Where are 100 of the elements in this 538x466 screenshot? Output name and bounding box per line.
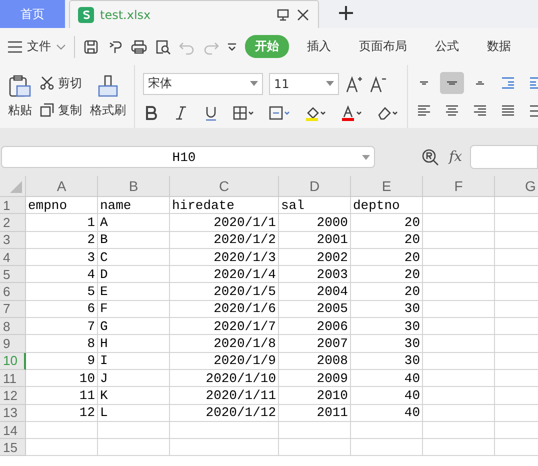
document-tab[interactable]: test.xlsx [69, 0, 319, 28]
row-header[interactable]: 11 [0, 370, 26, 388]
table-cell: 11 [26, 387, 98, 405]
table-cell: 2008 [279, 352, 351, 370]
table-cell: 40 [351, 370, 423, 388]
row-header[interactable]: 12 [0, 387, 26, 405]
row-header[interactable]: 7 [0, 300, 26, 318]
row-header[interactable]: 10 [0, 352, 26, 370]
row-header[interactable]: 13 [0, 404, 26, 422]
empty-cell [423, 300, 495, 318]
borders-icon[interactable] [233, 104, 255, 120]
table-cell: L [98, 404, 170, 422]
table-cell: 2011 [279, 404, 351, 422]
table-cell: 7 [26, 318, 98, 336]
font-size-field[interactable]: 11 [269, 72, 339, 94]
table-cell: K [98, 387, 170, 405]
empty-cell [423, 404, 495, 422]
table-cell: 2007 [279, 335, 351, 353]
document-tab[interactable]: 首页 [0, 0, 65, 28]
table-cell: 2020/1/2 [170, 232, 279, 249]
empty-cell [423, 214, 495, 232]
table-cell: 30 [351, 352, 423, 370]
empty-cell [423, 248, 495, 266]
function-button[interactable]: fx [449, 149, 462, 165]
table-cell: C [98, 248, 170, 266]
empty-cell [423, 335, 495, 353]
table-cell: 2020/1/12 [170, 404, 279, 422]
row-header[interactable]: 6 [0, 283, 26, 301]
column-header[interactable]: F [423, 176, 495, 197]
formula-input[interactable] [470, 145, 538, 169]
row-header[interactable]: 9 [0, 335, 26, 353]
row-header[interactable]: 1 [0, 197, 26, 214]
dropdown-icon[interactable] [227, 42, 237, 52]
paste-button[interactable]: 粘贴 [8, 74, 32, 119]
align-icon [475, 80, 485, 84]
format-painter-button[interactable]: 格式刷 [90, 74, 126, 119]
table-cell: 9 [26, 352, 98, 370]
search-icon[interactable] [421, 148, 439, 166]
table-cell: 2020/1/11 [170, 387, 279, 405]
table-cell: 2020/1/5 [170, 283, 279, 301]
ribbon-tab[interactable]: 公式 [425, 35, 469, 58]
ribbon-tab[interactable]: 页面布局 [349, 35, 417, 58]
bold-icon[interactable] [143, 104, 159, 120]
export-icon[interactable] [107, 38, 123, 54]
row-header[interactable]: 5 [0, 266, 26, 284]
row-header[interactable]: 8 [0, 318, 26, 336]
cut-button[interactable]: 剪切 [40, 74, 82, 92]
table-cell: empno [26, 197, 98, 214]
table-cell: 2020/1/6 [170, 300, 279, 318]
table-cell: B [98, 232, 170, 249]
table-cell: 2020/1/10 [170, 370, 279, 388]
font-name-field[interactable]: 宋体 [143, 72, 263, 94]
close-icon[interactable] [296, 8, 310, 22]
fill-color-icon[interactable] [305, 104, 327, 120]
column-header[interactable]: E [351, 176, 423, 197]
column-header[interactable]: C [170, 176, 279, 197]
increase-font-icon[interactable] [345, 74, 363, 92]
table-cell: 8 [26, 335, 98, 353]
ribbon-tab[interactable]: 插入 [297, 35, 341, 58]
ribbon-tab[interactable]: 数据 [477, 35, 521, 58]
font-color-icon[interactable] [341, 104, 363, 120]
monitor-icon[interactable] [276, 8, 290, 22]
fill-style-icon[interactable] [269, 104, 291, 120]
print-icon[interactable] [131, 38, 147, 54]
align-icon [446, 80, 458, 84]
copy-icon [40, 103, 54, 117]
empty-cell [423, 370, 495, 388]
decrease-font-icon[interactable] [369, 74, 387, 92]
row-header[interactable]: 3 [0, 232, 26, 249]
table-cell: J [98, 370, 170, 388]
table-cell: 2009 [279, 370, 351, 388]
row-header[interactable]: 14 [0, 422, 26, 440]
save-icon[interactable] [83, 38, 99, 54]
file-menu[interactable]: 文件 [8, 38, 66, 55]
ribbon-tab[interactable]: 开始 [245, 35, 289, 58]
align-icon [501, 105, 515, 116]
column-header[interactable]: D [279, 176, 351, 197]
row-header[interactable]: 4 [0, 248, 26, 266]
align-icon [501, 76, 515, 88]
table-cell: 2005 [279, 300, 351, 318]
column-header[interactable]: G [495, 176, 538, 197]
align-button[interactable] [440, 72, 464, 94]
table-cell: 2004 [279, 283, 351, 301]
underline-icon[interactable] [203, 104, 219, 120]
table-cell: 3 [26, 248, 98, 266]
column-header[interactable]: A [26, 176, 98, 197]
empty-cell [423, 422, 495, 440]
row-header[interactable]: 15 [0, 439, 26, 456]
table-cell: 20 [351, 214, 423, 232]
eraser-icon[interactable] [377, 104, 399, 120]
name-box[interactable]: H10 [1, 146, 375, 168]
row-header[interactable]: 2 [0, 214, 26, 232]
empty-cell [423, 387, 495, 405]
italic-icon[interactable] [173, 104, 189, 120]
table-cell: E [98, 283, 170, 301]
empty-cell [98, 422, 170, 440]
empty-cell [279, 439, 351, 456]
column-header[interactable]: B [98, 176, 170, 197]
print-preview-icon[interactable] [155, 38, 171, 54]
copy-button[interactable]: 复制 [40, 102, 82, 118]
